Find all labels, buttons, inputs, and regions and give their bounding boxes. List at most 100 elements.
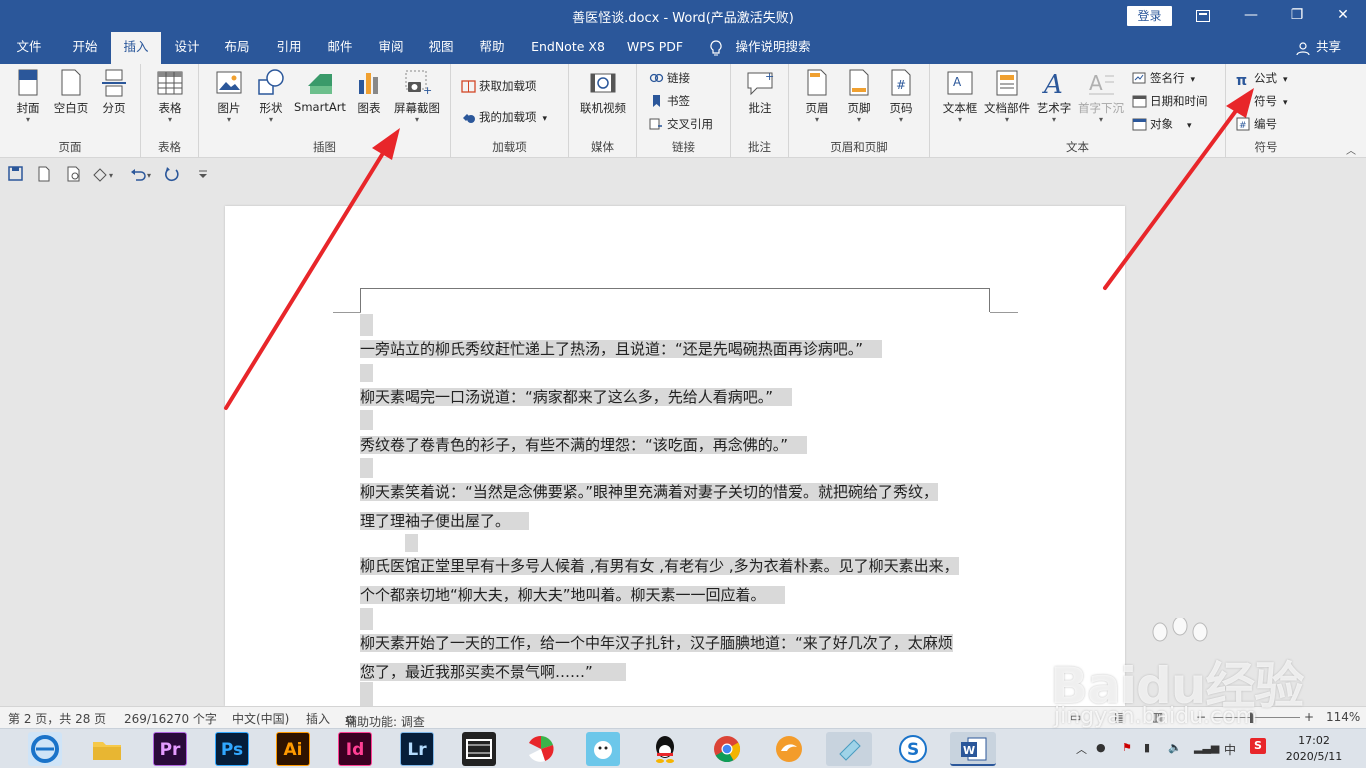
zoom-level[interactable]: 114% xyxy=(1326,710,1360,724)
insert-mode[interactable]: 插入 xyxy=(306,710,330,727)
tab-mailings[interactable]: 邮件 xyxy=(317,32,363,64)
save-icon[interactable] xyxy=(8,166,24,182)
tab-layout[interactable]: 布局 xyxy=(214,32,260,64)
share-button[interactable]: 共享 xyxy=(1296,32,1341,64)
word-count[interactable]: 269/16270 个字 xyxy=(124,710,217,727)
bookmark-button[interactable]: 书签 xyxy=(649,91,690,111)
symbol-button[interactable]: Ω 符号 ▾ xyxy=(1236,91,1288,112)
tab-review[interactable]: 审阅 xyxy=(368,32,414,64)
document-page[interactable]: 一旁站立的柳氏秀纹赶忙递上了热汤，且说道：“还是先喝碗热面再诊病吧。” 柳天素喝… xyxy=(225,206,1125,706)
zoom-slider[interactable] xyxy=(1212,717,1300,718)
paragraph[interactable]: 柳天素喝完一口汤说道：“病家都来了这么多，先给人看病吧。” xyxy=(360,383,1000,412)
qq-taskbar-icon[interactable] xyxy=(648,732,682,766)
lightroom-taskbar-icon[interactable]: Lr xyxy=(400,732,434,766)
tray-volume-icon[interactable]: 🔈 xyxy=(1168,741,1182,754)
paragraph[interactable]: 柳天素开始了一天的工作，给一个中年汉子扎针，汉子腼腆地道：“来了好几次了，太麻烦… xyxy=(360,629,1000,687)
object-button[interactable]: 对象 ▾ xyxy=(1132,114,1192,134)
ribbon-display-icon[interactable] xyxy=(1180,0,1226,32)
page-break-button[interactable]: 分页 xyxy=(94,68,134,116)
tray-sogou-icon[interactable]: S xyxy=(1250,738,1266,754)
tab-wps-pdf[interactable]: WPS PDF xyxy=(620,32,690,64)
picture-button[interactable]: 图片 ▾ xyxy=(209,68,249,124)
word-taskbar-icon[interactable]: W xyxy=(950,732,996,766)
cross-reference-button[interactable]: 交叉引用 xyxy=(649,114,713,134)
premiere-taskbar-icon[interactable]: Pr xyxy=(153,732,187,766)
browser-taskbar-icon[interactable] xyxy=(28,732,62,766)
redo-icon[interactable] xyxy=(164,166,180,182)
taskbar-clock[interactable]: 17:02 2020/5/11 xyxy=(1285,733,1343,765)
tray-network-icon[interactable]: ▂▃▅ xyxy=(1194,741,1219,754)
minimize-button[interactable]: — xyxy=(1228,0,1274,32)
explorer-taskbar-icon[interactable] xyxy=(90,732,124,766)
screenshot-button[interactable]: + 屏幕截图 ▾ xyxy=(389,68,445,124)
tab-view[interactable]: 视图 xyxy=(418,32,464,64)
tab-design[interactable]: 设计 xyxy=(164,32,210,64)
indesign-taskbar-icon[interactable]: Id xyxy=(338,732,372,766)
app-orange-taskbar-icon[interactable] xyxy=(772,732,806,766)
illustrator-taskbar-icon[interactable]: Ai xyxy=(276,732,310,766)
smartart-button[interactable]: SmartArt xyxy=(293,68,347,114)
get-addins-button[interactable]: 获取加载项 xyxy=(461,76,537,96)
photoshop-taskbar-icon[interactable]: Ps xyxy=(215,732,249,766)
equation-button[interactable]: π 公式 ▾ xyxy=(1236,68,1288,89)
drop-cap-button[interactable]: A 首字下沉 ▾ xyxy=(1076,68,1126,124)
language-indicator[interactable]: 中文(中国) xyxy=(232,710,289,727)
paragraph[interactable]: 一旁站立的柳氏秀纹赶忙递上了热汤，且说道：“还是先喝碗热面再诊病吧。” xyxy=(360,335,1000,364)
my-addins-button[interactable]: 我的加载项 ▾ xyxy=(461,107,547,127)
zoom-out-button[interactable]: − xyxy=(1196,710,1206,724)
new-comment-button[interactable]: + 批注 xyxy=(739,68,781,116)
login-button[interactable]: 登录 xyxy=(1127,6,1172,26)
tab-endnote[interactable]: EndNote X8 xyxy=(526,32,610,64)
blank-page-button[interactable]: 空白页 xyxy=(50,68,92,116)
tray-expand-icon[interactable]: ︿ xyxy=(1076,741,1087,757)
text-box-button[interactable]: A 文本框 ▾ xyxy=(938,68,982,124)
tray-battery-icon[interactable]: ▮ xyxy=(1144,741,1150,754)
page-count[interactable]: 第 2 页，共 28 页 xyxy=(8,710,106,727)
focus-mode-icon[interactable]: ▭ xyxy=(1070,710,1081,724)
tell-me-search[interactable]: 操作说明搜索 xyxy=(734,32,812,64)
paragraph[interactable]: 柳氏医馆正堂里早有十多号人候着 ,有男有女 ,有老有少 ,多为衣着朴素。见了柳天… xyxy=(360,552,1000,610)
tray-ime-indicator[interactable]: 中 xyxy=(1224,741,1236,758)
numbering-button[interactable]: # 编号 xyxy=(1236,114,1277,134)
shape-dropdown-icon[interactable]: ▾ xyxy=(92,166,118,182)
tab-help[interactable]: 帮助 xyxy=(469,32,515,64)
undo-icon[interactable]: ▾ xyxy=(130,166,156,182)
date-time-button[interactable]: 日期和时间 xyxy=(1132,91,1208,111)
quick-parts-button[interactable]: 文档部件 ▾ xyxy=(982,68,1032,124)
sogou-taskbar-icon[interactable]: S xyxy=(896,732,930,766)
new-document-icon[interactable] xyxy=(36,166,52,182)
customize-toolbar-icon[interactable] xyxy=(196,166,212,182)
paragraph[interactable]: 秀纹卷了卷青色的衫子，有些不满的埋怨：“该吃面，再念佛的。” xyxy=(360,431,1000,460)
print-layout-icon[interactable]: ▤ xyxy=(1114,710,1125,724)
online-video-button[interactable]: 联机视频 xyxy=(575,68,631,116)
header-button[interactable]: 页眉 ▾ xyxy=(797,68,837,124)
video-editor-taskbar-icon[interactable] xyxy=(462,732,496,766)
link-button[interactable]: 链接 xyxy=(649,68,690,88)
signature-line-button[interactable]: 签名行 ▾ xyxy=(1132,68,1195,88)
tray-security-icon[interactable]: ⚑ xyxy=(1122,741,1132,754)
collapse-ribbon-icon[interactable]: ︿ xyxy=(1346,142,1356,157)
close-button[interactable]: ✕ xyxy=(1320,0,1366,32)
print-preview-icon[interactable] xyxy=(66,166,82,182)
cover-page-button[interactable]: 封面 ▾ xyxy=(8,68,48,124)
shapes-button[interactable]: 形状 ▾ xyxy=(251,68,291,124)
footer-button[interactable]: 页脚 ▾ xyxy=(839,68,879,124)
web-layout-icon[interactable]: ▥ xyxy=(1152,710,1163,724)
page-number-button[interactable]: # 页码 ▾ xyxy=(881,68,921,124)
table-button[interactable]: 表格 ▾ xyxy=(150,68,190,124)
chart-button[interactable]: 图表 xyxy=(349,68,389,116)
app-bird-taskbar-icon[interactable] xyxy=(586,732,620,766)
tab-home[interactable]: 开始 xyxy=(62,32,108,64)
tray-qq-icon[interactable]: ● xyxy=(1096,741,1106,754)
app-fan-taskbar-icon[interactable] xyxy=(524,732,558,766)
tab-file[interactable]: 文件 xyxy=(6,32,52,64)
tab-insert[interactable]: 插入 xyxy=(111,32,161,64)
maximize-button[interactable]: ❐ xyxy=(1274,0,1320,32)
tab-references[interactable]: 引用 xyxy=(266,32,312,64)
chrome-taskbar-icon[interactable] xyxy=(710,732,744,766)
zoom-in-button[interactable]: + xyxy=(1304,710,1314,724)
wordart-button[interactable]: A 艺术字 ▾ xyxy=(1032,68,1076,124)
paragraph[interactable]: 柳天素笑着说：“当然是念佛要紧。”眼神里充满着对妻子关切的惜爱。就把碗给了秀纹，… xyxy=(360,478,1000,536)
zoom-slider-thumb[interactable] xyxy=(1250,712,1254,723)
app-notebook-taskbar-icon[interactable] xyxy=(826,732,872,766)
